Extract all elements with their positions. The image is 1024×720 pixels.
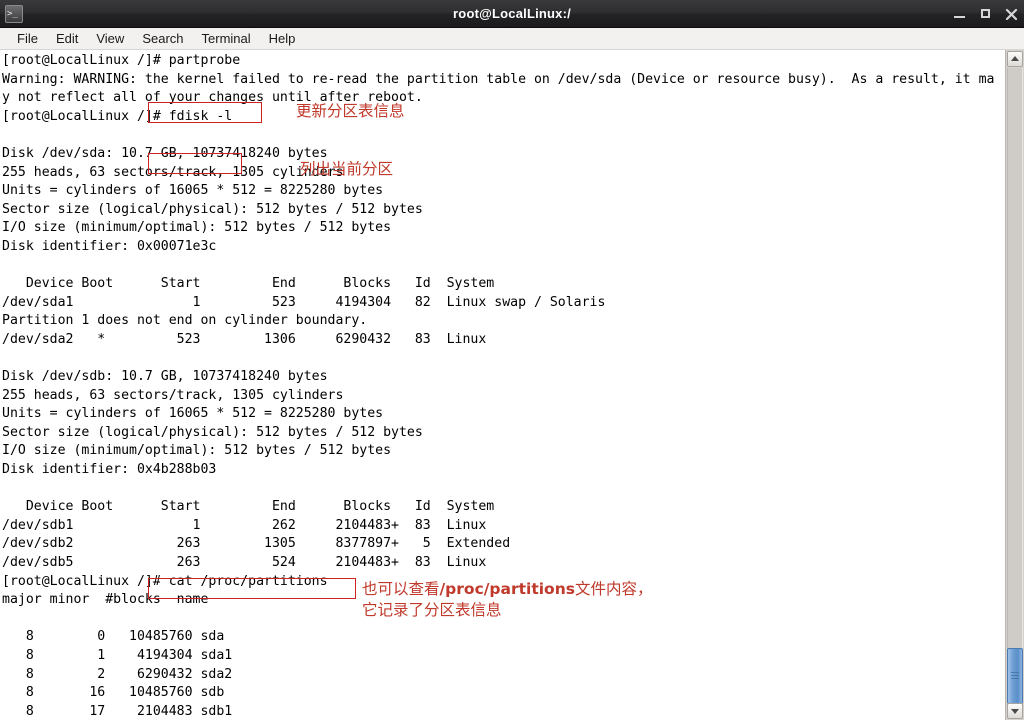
scroll-up-arrow-icon (1011, 56, 1019, 61)
terminal-output-area[interactable]: [root@LocalLinux /]# partprobe Warning: … (0, 50, 1005, 720)
annotation-proc-partitions: 也可以查看/proc/partitions文件内容， 它记录了分区表信息 (362, 579, 652, 621)
menu-item-view[interactable]: View (87, 29, 133, 49)
minimize-button[interactable] (953, 8, 966, 21)
terminal-body: [root@LocalLinux /]# partprobe Warning: … (0, 50, 1024, 720)
scrollbar-thumb[interactable] (1007, 648, 1023, 704)
annotation-proc-path: /proc/partitions (439, 580, 575, 598)
scrollbar-grip-icon (1011, 672, 1019, 681)
menu-item-edit[interactable]: Edit (47, 29, 87, 49)
scroll-down-arrow-icon (1011, 709, 1019, 714)
window-title: root@LocalLinux:/ (453, 6, 571, 21)
scroll-up-button[interactable] (1007, 51, 1023, 67)
annotation-proc-line2: 它记录了分区表信息 (362, 601, 502, 619)
annotation-update-partition-table: 更新分区表信息 (296, 102, 405, 120)
menu-item-help[interactable]: Help (260, 29, 305, 49)
close-button[interactable] (1005, 8, 1018, 21)
annotation-proc-line1-c: 文件内容， (574, 580, 653, 598)
annotation-list-partitions: 列出当前分区 (300, 160, 394, 178)
maximize-button[interactable] (979, 8, 992, 21)
window-titlebar: root@LocalLinux:/ (0, 0, 1024, 28)
menu-item-terminal[interactable]: Terminal (193, 29, 260, 49)
menu-item-file[interactable]: File (8, 29, 47, 49)
terminal-icon (5, 4, 23, 23)
terminal-window: root@LocalLinux:/ File Edit View Search … (0, 0, 1024, 720)
menu-item-search[interactable]: Search (133, 29, 192, 49)
scrollbar-track[interactable] (1007, 68, 1023, 702)
menubar: File Edit View Search Terminal Help (0, 28, 1024, 50)
scroll-down-button[interactable] (1007, 703, 1023, 719)
window-controls (953, 0, 1018, 28)
vertical-scrollbar[interactable] (1005, 50, 1024, 720)
annotation-proc-line1-a: 也可以查看 (362, 580, 440, 598)
